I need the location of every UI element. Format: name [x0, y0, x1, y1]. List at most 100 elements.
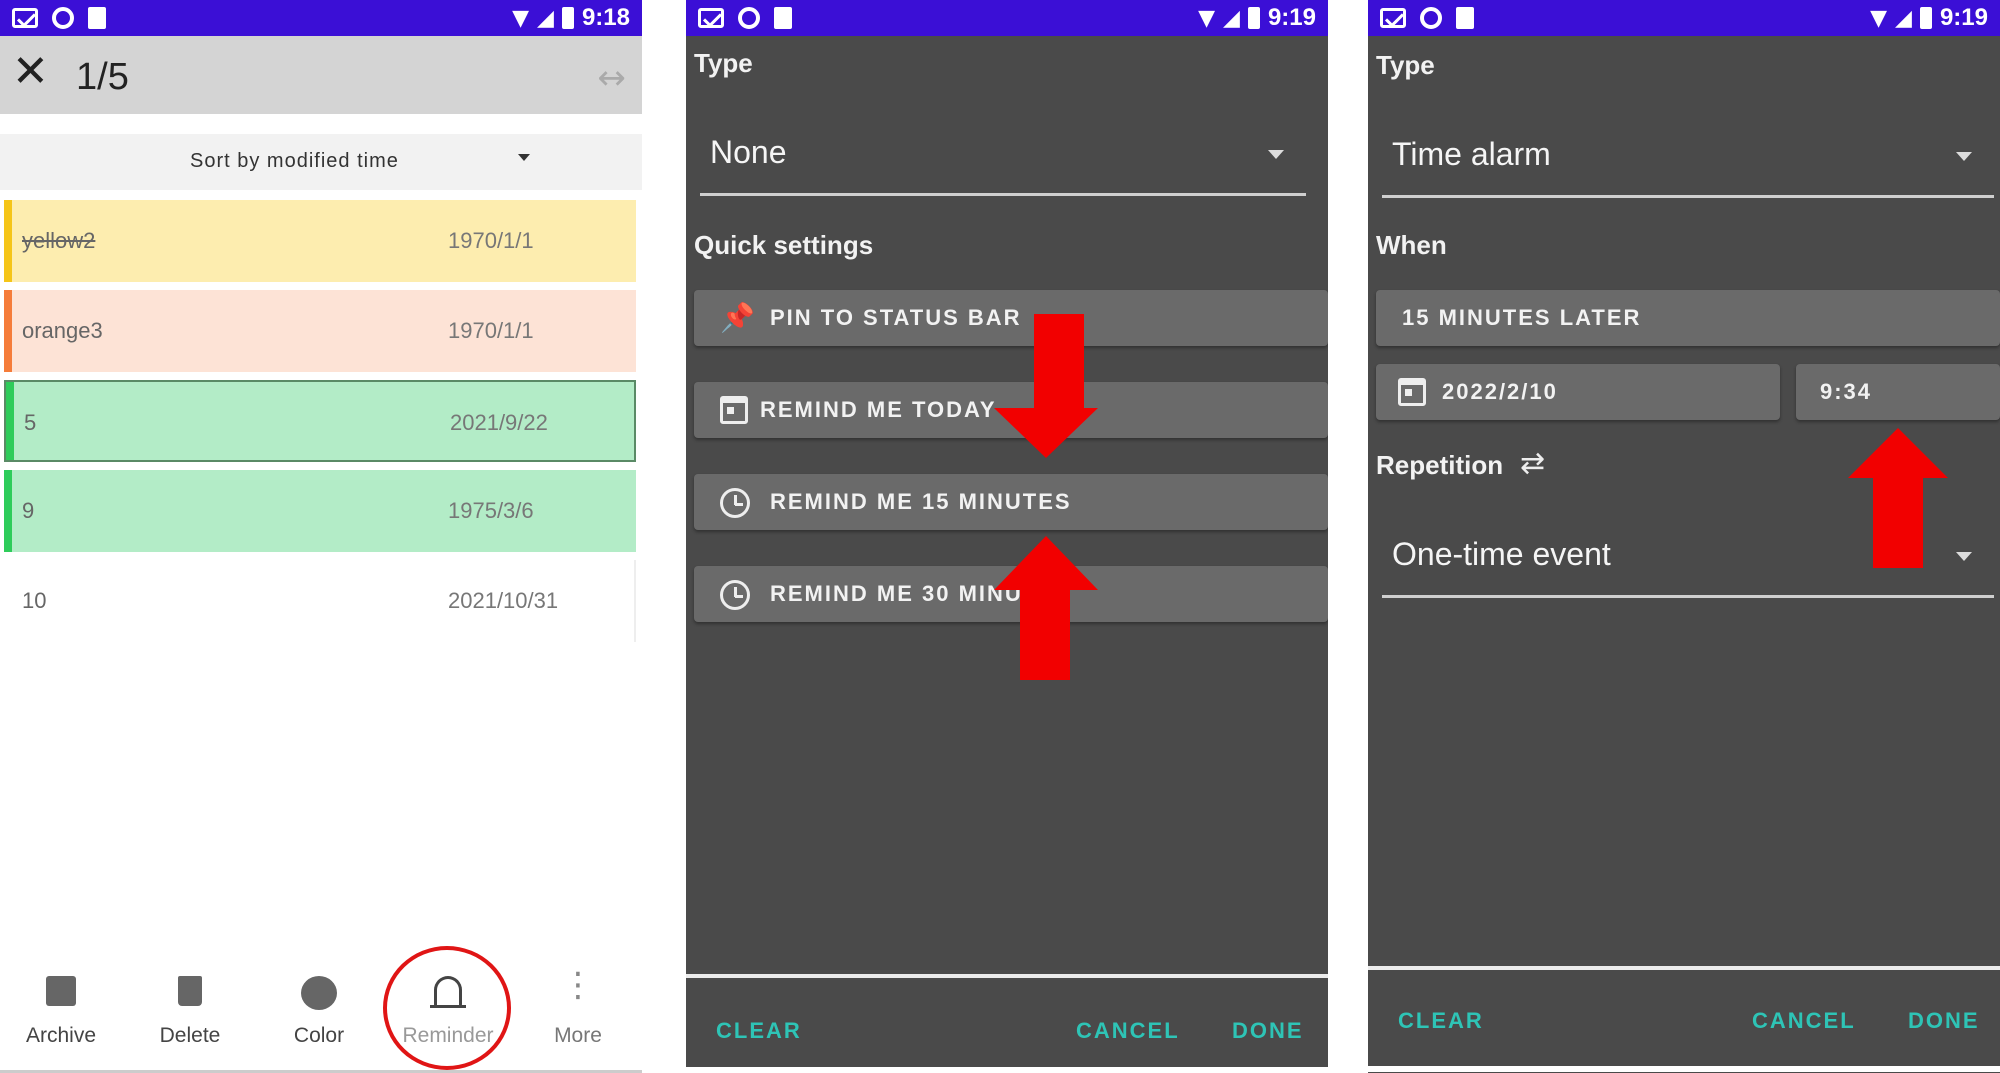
note-title: 5 — [24, 410, 37, 435]
note-color-bar — [6, 382, 14, 460]
mail-notification-icon — [698, 8, 724, 28]
pin-icon: 📌 — [720, 301, 755, 334]
chevron-down-icon — [1268, 150, 1284, 159]
repetition-value: One-time event — [1392, 536, 1611, 572]
note-color-bar — [4, 560, 12, 642]
annotation-arrow-up-shaft — [1873, 476, 1923, 568]
more-vert-icon: ⋮ — [561, 965, 595, 1005]
annotation-arrow-up-head — [1848, 428, 1948, 478]
type-value: None — [710, 134, 787, 170]
selection-toolbar: ✕ 1/5 ↔ — [0, 36, 642, 114]
dialog-footer: CLEAR CANCEL DONE — [1368, 966, 2000, 1066]
bottom-action-bar: Archive Delete Color Reminder ⋮ More — [0, 960, 642, 1070]
note-color-bar — [4, 470, 12, 552]
note-date: 1970/1/1 — [448, 318, 534, 343]
note-list-item[interactable]: 5 2021/9/22 — [4, 380, 636, 462]
note-date: 2021/9/22 — [450, 410, 548, 435]
clear-button[interactable]: CLEAR — [1398, 1008, 1484, 1034]
sync-notification-icon — [738, 7, 760, 29]
mail-notification-icon — [12, 8, 38, 28]
swap-horizontal-icon[interactable]: ↔ — [598, 58, 627, 98]
more-button[interactable]: ⋮ More — [523, 960, 633, 1070]
pin-to-status-bar-button[interactable]: 📌 PIN TO STATUS BAR — [694, 290, 1328, 346]
color-label: Color — [293, 1024, 345, 1047]
annotation-arrow-down-shaft — [1034, 314, 1084, 410]
reminder-dialog-time-alarm: ▼ ◢ 9:19 Type Time alarm When 15 MINUTES… — [1368, 0, 2000, 1073]
battery-icon — [561, 7, 574, 29]
clock-icon — [720, 488, 750, 518]
note-list-screen: ▼ ◢ 9:18 ✕ 1/5 ↔ Sort by modified time y… — [0, 0, 642, 1073]
done-button[interactable]: DONE — [1232, 1018, 1304, 1044]
type-dropdown[interactable]: None — [700, 112, 1306, 196]
date-picker-button[interactable]: 2022/2/10 — [1376, 364, 1780, 420]
cancel-button[interactable]: CANCEL — [1752, 1008, 1856, 1034]
note-title: 9 — [22, 498, 35, 523]
color-button[interactable]: Color — [264, 960, 374, 1070]
status-bar: ▼ ◢ 9:19 — [1368, 0, 2000, 36]
calendar-icon — [1398, 378, 1426, 406]
type-value: Time alarm — [1392, 136, 1551, 172]
sync-notification-icon — [1420, 7, 1442, 29]
close-icon[interactable]: ✕ — [12, 50, 49, 94]
done-button[interactable]: DONE — [1908, 1008, 1980, 1034]
note-date: 1970/1/1 — [448, 228, 534, 253]
note-date: 2021/10/31 — [448, 588, 559, 613]
wifi-icon: ▼ — [512, 5, 530, 31]
sort-label: Sort by modified time — [190, 150, 399, 172]
fifteen-minutes-later-button[interactable]: 15 MINUTES LATER — [1376, 290, 2000, 346]
signal-icon: ◢ — [1895, 5, 1912, 31]
pin-label: PIN TO STATUS BAR — [770, 305, 1022, 330]
calendar-icon — [720, 396, 748, 424]
wifi-icon: ▼ — [1198, 5, 1216, 31]
divider — [1368, 1066, 2000, 1072]
wifi-icon: ▼ — [1870, 5, 1888, 31]
status-bar: ▼ ◢ 9:19 — [686, 0, 1328, 36]
remind-15-minutes-button[interactable]: REMIND ME 15 MINUTES — [694, 474, 1328, 530]
note-color-bar — [4, 290, 12, 372]
repetition-label: Repetition — [1376, 450, 1504, 480]
note-color-bar — [4, 200, 12, 282]
chevron-down-icon — [1956, 552, 1972, 561]
type-dropdown[interactable]: Time alarm — [1382, 114, 1994, 198]
cancel-button[interactable]: CANCEL — [1076, 1018, 1180, 1044]
delete-icon — [178, 976, 202, 1006]
selection-count: 1/5 — [76, 56, 129, 98]
sd-card-icon — [774, 7, 792, 29]
highlight-circle — [383, 946, 511, 1070]
note-list-item[interactable]: yellow2 1970/1/1 — [4, 200, 636, 282]
battery-icon — [1919, 7, 1932, 29]
sort-dropdown[interactable]: Sort by modified time — [0, 134, 642, 190]
annotation-arrow-up-head — [994, 536, 1098, 590]
status-time: 9:19 — [1939, 4, 1988, 31]
type-label: Type — [694, 48, 753, 78]
clock-icon — [720, 580, 750, 610]
note-title: 10 — [22, 588, 47, 613]
battery-icon — [1247, 7, 1260, 29]
status-bar: ▼ ◢ 9:18 — [0, 0, 642, 36]
sync-notification-icon — [52, 7, 74, 29]
palette-icon — [301, 976, 337, 1010]
quick-settings-label: Quick settings — [694, 230, 874, 260]
divider — [686, 1067, 1328, 1073]
mail-notification-icon — [1380, 8, 1406, 28]
signal-icon: ◢ — [1223, 5, 1240, 31]
note-list-item[interactable]: 10 2021/10/31 — [4, 560, 636, 642]
archive-button[interactable]: Archive — [6, 960, 116, 1070]
type-label: Type — [1376, 50, 1435, 80]
remind-15-label: REMIND ME 15 MINUTES — [770, 489, 1072, 514]
remind-today-label: REMIND ME TODAY — [760, 397, 997, 422]
later-label: 15 MINUTES LATER — [1402, 305, 1642, 330]
reminder-dialog-none: ▼ ◢ 9:19 Type None Quick settings 📌 PIN … — [686, 0, 1328, 1073]
dialog-footer: CLEAR CANCEL DONE — [686, 974, 1328, 1068]
annotation-arrow-down-head — [994, 408, 1098, 458]
note-title: yellow2 — [22, 228, 96, 253]
status-time: 9:18 — [581, 4, 630, 31]
clear-button[interactable]: CLEAR — [716, 1018, 802, 1044]
note-date: 1975/3/6 — [448, 498, 534, 523]
delete-button[interactable]: Delete — [135, 960, 245, 1070]
delete-label: Delete — [159, 1024, 221, 1047]
note-list-item[interactable]: 9 1975/3/6 — [4, 470, 636, 552]
time-picker-button[interactable]: 9:34 — [1796, 364, 2000, 420]
note-list-item[interactable]: orange3 1970/1/1 — [4, 290, 636, 372]
repeat-icon: ⇄ — [1520, 446, 1546, 481]
